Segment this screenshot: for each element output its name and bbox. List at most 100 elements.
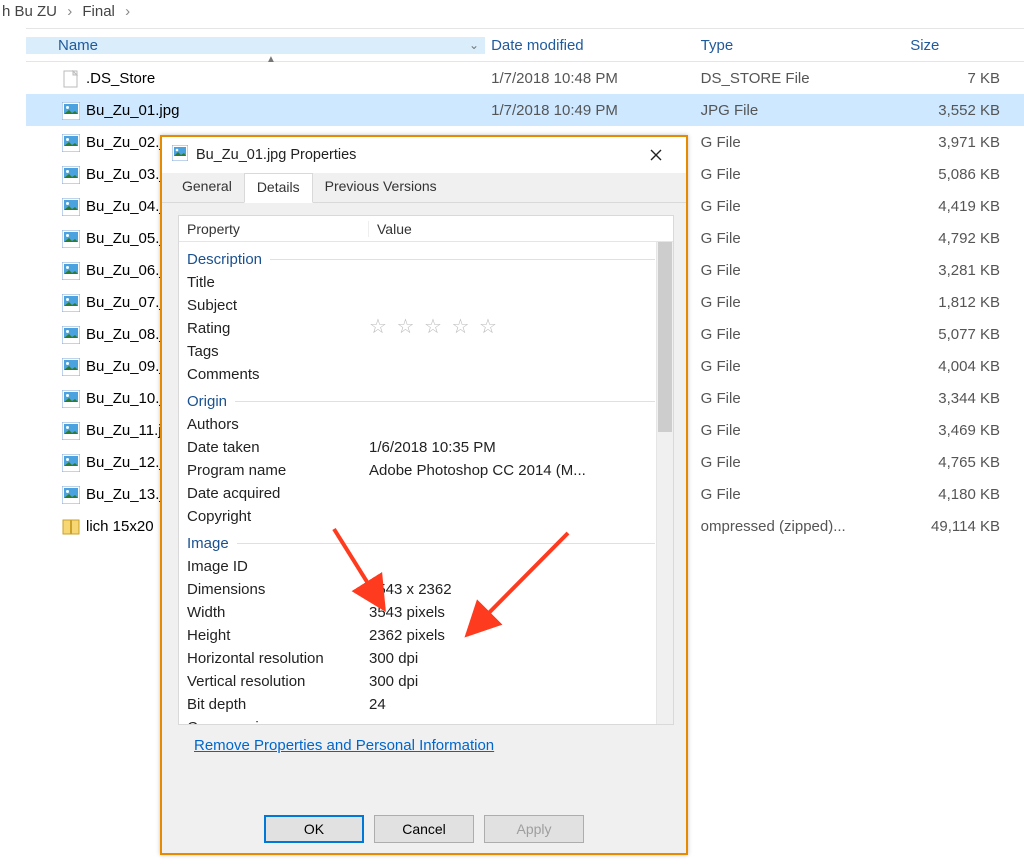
property-name: Program name: [187, 459, 369, 482]
file-name: Bu_Zu_09.j: [86, 358, 163, 375]
file-type: G File: [695, 230, 905, 247]
remove-properties-link[interactable]: Remove Properties and Personal Informati…: [178, 725, 494, 754]
property-name: Comments: [187, 363, 369, 386]
file-name: Bu_Zu_01.jpg: [86, 102, 179, 119]
properties-grid: Property Value DescriptionTitleSubjectRa…: [178, 215, 674, 725]
ok-button[interactable]: OK: [264, 815, 364, 843]
property-row[interactable]: Subject: [187, 294, 655, 317]
breadcrumb[interactable]: h Bu ZU › Final ›: [0, 0, 1024, 28]
breadcrumb-seg[interactable]: Final: [80, 3, 117, 20]
property-row[interactable]: Tags: [187, 340, 655, 363]
tab-strip: General Details Previous Versions: [162, 173, 686, 203]
file-size: 5,077 KB: [904, 326, 1024, 343]
file-size: 4,765 KB: [904, 454, 1024, 471]
property-row[interactable]: Authors: [187, 413, 655, 436]
table-row[interactable]: Bu_Zu_01.jpg 1/7/2018 10:49 PMJPG File3,5…: [26, 94, 1024, 126]
file-size: 4,180 KB: [904, 486, 1024, 503]
file-type: G File: [695, 326, 905, 343]
property-row[interactable]: Vertical resolution300 dpi: [187, 670, 655, 693]
file-name: Bu_Zu_03.j: [86, 166, 163, 183]
property-name: Copyright: [187, 505, 369, 528]
file-type: DS_STORE File: [695, 70, 905, 87]
property-name: Tags: [187, 340, 369, 363]
breadcrumb-seg[interactable]: h Bu ZU: [0, 3, 59, 20]
scrollbar-thumb[interactable]: [658, 242, 672, 432]
property-row[interactable]: Program nameAdobe Photoshop CC 2014 (M..…: [187, 459, 655, 482]
file-type: G File: [695, 262, 905, 279]
file-name: Bu_Zu_06.j: [86, 262, 163, 279]
file-type: JPG File: [695, 102, 905, 119]
file-type: G File: [695, 454, 905, 471]
file-type: G File: [695, 390, 905, 407]
cancel-button[interactable]: Cancel: [374, 815, 474, 843]
property-row[interactable]: Rating☆ ☆ ☆ ☆ ☆: [187, 317, 655, 340]
file-size: 7 KB: [904, 70, 1024, 87]
sort-ascending-icon: ▲: [266, 54, 276, 65]
property-row[interactable]: Comments: [187, 363, 655, 386]
image-file-icon: [62, 294, 80, 312]
apply-button[interactable]: Apply: [484, 815, 584, 843]
grid-header-value[interactable]: Value: [369, 221, 673, 237]
file-date: 1/7/2018 10:49 PM: [485, 102, 695, 119]
scrollbar[interactable]: [656, 242, 673, 724]
file-name: Bu_Zu_11.j: [86, 422, 162, 439]
property-row[interactable]: Title: [187, 271, 655, 294]
tab-details[interactable]: Details: [244, 173, 313, 203]
tab-previous-versions[interactable]: Previous Versions: [313, 173, 449, 202]
property-name: Title: [187, 271, 369, 294]
image-file-icon: [172, 145, 188, 165]
dialog-titlebar[interactable]: Bu_Zu_01.jpg Properties: [162, 137, 686, 173]
property-row[interactable]: Height2362 pixels: [187, 624, 655, 647]
column-header-size[interactable]: Size: [904, 37, 1024, 54]
chevron-down-icon[interactable]: ⌄: [469, 38, 479, 52]
image-file-icon: [62, 358, 80, 376]
property-row[interactable]: Bit depth24: [187, 693, 655, 716]
property-value: ☆ ☆ ☆ ☆ ☆: [369, 317, 655, 340]
image-file-icon: [62, 390, 80, 408]
file-size: 4,004 KB: [904, 358, 1024, 375]
property-value: [369, 294, 655, 317]
property-value: 3543 x 2362: [369, 578, 655, 601]
property-row[interactable]: Date taken1/6/2018 10:35 PM: [187, 436, 655, 459]
property-value: [369, 482, 655, 505]
tab-general[interactable]: General: [170, 173, 244, 202]
file-size: 1,812 KB: [904, 294, 1024, 311]
close-icon: [650, 149, 662, 161]
property-name: Bit depth: [187, 693, 369, 716]
image-file-icon: [62, 102, 80, 120]
property-row[interactable]: Copyright: [187, 505, 655, 528]
file-name: .DS_Store: [86, 70, 155, 87]
grid-header-property[interactable]: Property: [179, 221, 369, 237]
column-header-date[interactable]: Date modified: [485, 37, 695, 54]
close-button[interactable]: [636, 141, 676, 169]
dialog-title: Bu_Zu_01.jpg Properties: [196, 147, 356, 163]
property-row[interactable]: Dimensions3543 x 2362: [187, 578, 655, 601]
column-header-type[interactable]: Type: [695, 37, 905, 54]
property-value: [369, 363, 655, 386]
file-size: 4,792 KB: [904, 230, 1024, 247]
table-row[interactable]: .DS_Store1/7/2018 10:48 PMDS_STORE File7…: [26, 62, 1024, 94]
property-name: Width: [187, 601, 369, 624]
image-file-icon: [62, 166, 80, 184]
file-size: 49,114 KB: [904, 518, 1024, 535]
property-row[interactable]: Date acquired: [187, 482, 655, 505]
property-value: 300 dpi: [369, 670, 655, 693]
file-size: 3,552 KB: [904, 102, 1024, 119]
file-name: Bu_Zu_10.j: [86, 390, 163, 407]
property-value: [369, 505, 655, 528]
star-rating-icon[interactable]: ☆ ☆ ☆ ☆ ☆: [369, 316, 499, 338]
column-header-name[interactable]: Name ⌄: [26, 37, 485, 54]
property-row[interactable]: Horizontal resolution300 dpi: [187, 647, 655, 670]
file-type: G File: [695, 166, 905, 183]
file-name: Bu_Zu_04.j: [86, 198, 163, 215]
property-row[interactable]: Image ID: [187, 555, 655, 578]
property-row[interactable]: Compression: [187, 716, 655, 724]
dialog-buttons: OK Cancel Apply: [162, 815, 686, 843]
image-file-icon: [62, 422, 80, 440]
property-row[interactable]: Width3543 pixels: [187, 601, 655, 624]
file-icon: [62, 70, 80, 88]
file-size: 3,469 KB: [904, 422, 1024, 439]
property-value: 3543 pixels: [369, 601, 655, 624]
image-file-icon: [62, 134, 80, 152]
image-file-icon: [62, 326, 80, 344]
